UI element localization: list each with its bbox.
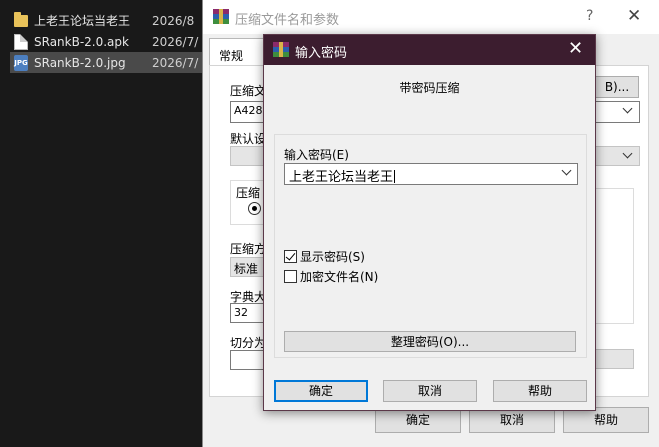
pw-ok-button[interactable]: 确定 — [274, 380, 368, 402]
dict-size-value: 32 — [234, 306, 248, 319]
browse-button[interactable]: B)... — [595, 76, 639, 98]
file-row-jpg[interactable]: JPG SRankB-2.0.jpg 2026/7/ — [10, 52, 210, 73]
method-value: 标准 — [234, 262, 259, 276]
file-row-apk[interactable]: SRankB-2.0.apk 2026/7/ — [10, 31, 210, 52]
side-button[interactable] — [594, 349, 634, 369]
apk-file-icon — [14, 33, 28, 50]
pw-help-button[interactable]: 帮助 — [493, 380, 587, 402]
pw-cancel-button[interactable]: 取消 — [383, 380, 477, 402]
password-dialog-title: 输入密码 — [295, 46, 348, 61]
archive-dialog-titlebar: 压缩文件名和参数 ? ✕ — [203, 0, 659, 34]
winrar-icon — [213, 9, 229, 24]
help-icon[interactable]: ? — [586, 8, 593, 24]
file-row-folder[interactable]: 上老王论坛当老王 2026/8 — [10, 10, 210, 31]
text-caret — [394, 170, 396, 183]
chevron-down-icon[interactable] — [561, 165, 572, 176]
file-list: 上老王论坛当老王 2026/8 SRankB-2.0.apk 2026/7/ J… — [0, 0, 210, 447]
jpg-file-icon: JPG — [14, 54, 28, 71]
close-icon[interactable]: ✕ — [627, 6, 641, 26]
archive-name-label: 压缩文 — [230, 84, 267, 98]
show-password-label: 显示密码(S) — [300, 250, 365, 264]
file-date: 2026/7/ — [152, 34, 199, 49]
options-group — [594, 188, 634, 324]
checkbox-unchecked-icon[interactable] — [284, 270, 297, 283]
file-name: 上老王论坛当老王 — [34, 14, 131, 28]
archive-dialog-title: 压缩文件名和参数 — [235, 13, 340, 28]
format-radio[interactable] — [248, 202, 261, 215]
chevron-down-icon — [622, 103, 633, 114]
split-label: 切分为 — [230, 336, 267, 350]
winrar-icon — [273, 42, 289, 57]
format-label: 压缩 — [236, 184, 261, 201]
password-label: 输入密码(E) — [284, 148, 349, 162]
file-date: 2026/7/ — [152, 55, 199, 70]
folder-icon — [14, 11, 28, 27]
chevron-down-icon — [622, 148, 633, 159]
default-profile-label: 默认设 — [230, 132, 267, 146]
password-dialog: 输入密码 ✕ 带密码压缩 输入密码(E) 上老王论坛当老王 显示密码(S) 加密… — [263, 34, 596, 411]
file-date: 2026/8 — [152, 13, 195, 28]
encrypt-filenames-checkbox[interactable]: 加密文件名(N) — [284, 268, 378, 285]
dialog-subtitle: 带密码压缩 — [399, 81, 460, 95]
method-label: 压缩方 — [230, 242, 267, 256]
tab-general[interactable]: 常规 — [209, 38, 269, 66]
file-name: SRankB-2.0.jpg — [34, 55, 126, 70]
password-value: 上老王论坛当老王 — [289, 170, 394, 185]
password-dialog-titlebar: 输入密码 ✕ — [264, 35, 595, 65]
file-name: SRankB-2.0.apk — [34, 34, 129, 49]
close-icon[interactable]: ✕ — [568, 38, 583, 59]
organize-passwords-button[interactable]: 整理密码(O)... — [284, 331, 576, 352]
password-input[interactable]: 上老王论坛当老王 — [284, 163, 578, 185]
encrypt-filenames-label: 加密文件名(N) — [300, 270, 379, 284]
checkbox-checked-icon[interactable] — [284, 250, 297, 263]
show-password-checkbox[interactable]: 显示密码(S) — [284, 248, 365, 265]
